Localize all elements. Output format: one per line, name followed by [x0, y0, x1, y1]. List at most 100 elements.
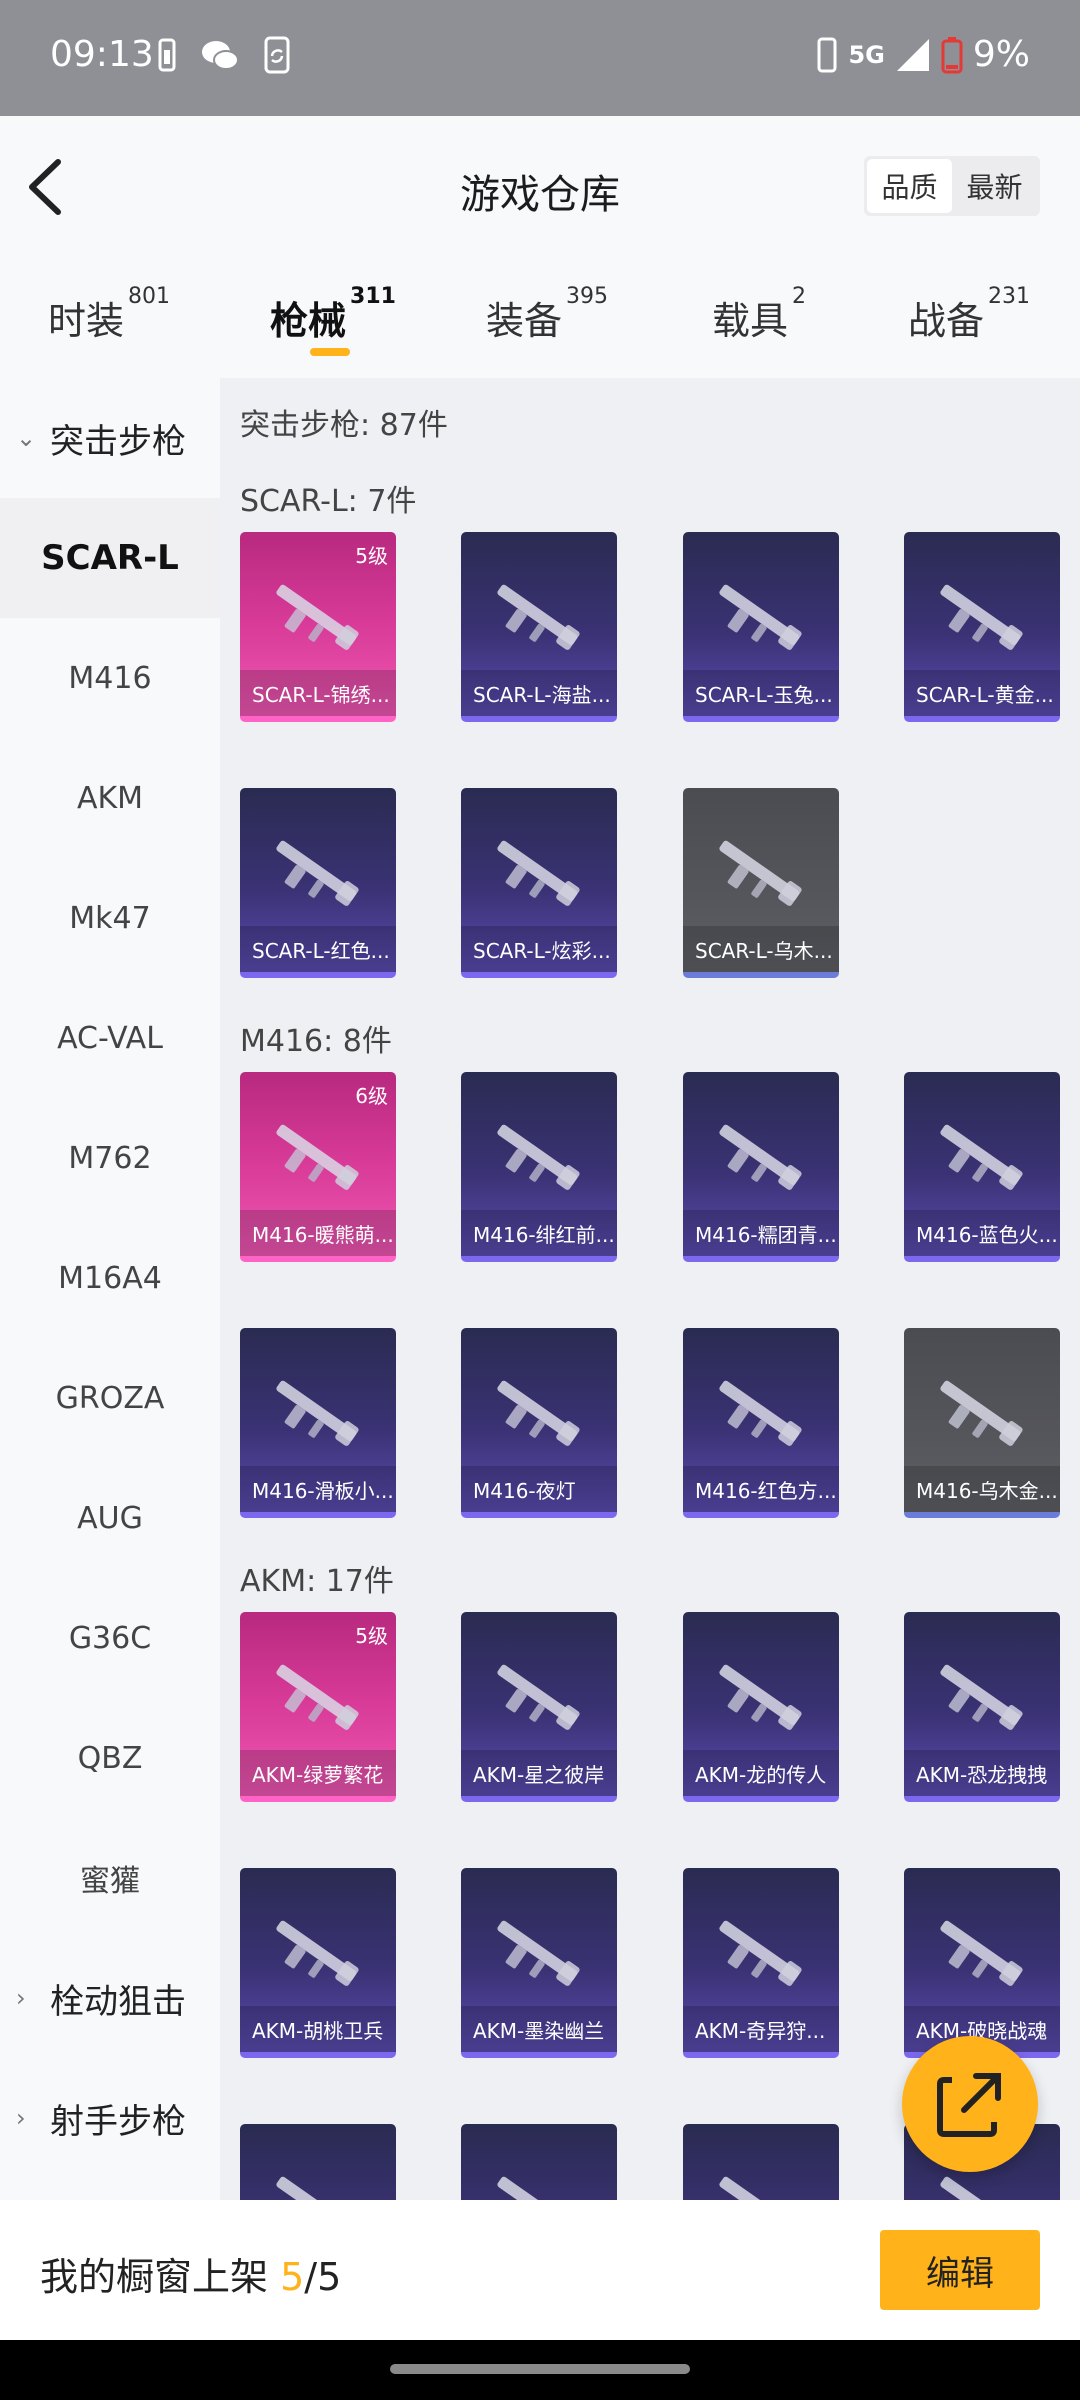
weapon-skin-card[interactable]: M416-乌木金...: [904, 1328, 1060, 1518]
rifle-icon: [497, 584, 580, 650]
weapon-skin-card[interactable]: AKM-恐龙拽拽: [904, 1612, 1060, 1802]
tab-label: 装备: [486, 299, 563, 343]
sidebar-item-mk47[interactable]: Mk47: [0, 858, 220, 978]
tab-count: 231: [988, 284, 1031, 309]
sidebar-group-marksman-rifles[interactable]: › 射手步枪: [0, 2058, 220, 2178]
rifle-icon: [497, 1124, 580, 1190]
weapon-skin-card[interactable]: [240, 2124, 396, 2200]
sidebar-group-assault-rifles[interactable]: ⌄ 突击步枪: [0, 378, 220, 498]
skin-name: AKM-胡桃卫兵: [240, 2006, 396, 2052]
weapon-skin-card[interactable]: SCAR-L-海盐...: [461, 532, 617, 722]
weapon-skin-card[interactable]: AKM-星之彼岸: [461, 1612, 617, 1802]
section-title: SCAR-L: 7件: [240, 484, 417, 519]
weapon-skin-card[interactable]: AKM-龙的传人: [683, 1612, 839, 1802]
sidebar-item-ac-val[interactable]: AC-VAL: [0, 978, 220, 1098]
header: 游戏仓库 品质 最新: [0, 116, 1080, 262]
tab-equipment[interactable]: 装备395: [486, 284, 608, 345]
weapon-skin-card[interactable]: M416-夜灯: [461, 1328, 617, 1518]
share-button[interactable]: [902, 2036, 1038, 2172]
tab-label: 战备: [908, 299, 985, 343]
tab-fashion[interactable]: 时装801: [48, 284, 170, 345]
rifle-icon: [940, 1664, 1023, 1730]
active-tab-indicator: [310, 348, 350, 356]
status-time: 09:13: [50, 34, 154, 75]
tab-vehicles[interactable]: 载具2: [712, 284, 806, 345]
rifle-icon: [940, 1380, 1023, 1446]
battery-saver-icon: [158, 38, 176, 72]
section-title: AKM: 17件: [240, 1564, 394, 1599]
skin-name: M416-绯红前...: [461, 1210, 617, 1256]
sidebar-item-m762[interactable]: M762: [0, 1098, 220, 1218]
tab-count: 311: [350, 284, 396, 309]
weapon-skin-card[interactable]: 5级 AKM-绿萝繁花: [240, 1612, 396, 1802]
weapon-skin-card[interactable]: M416-滑板小...: [240, 1328, 396, 1518]
sidebar-group-label: 射手步枪: [50, 2101, 186, 2142]
skin-level: 5级: [355, 544, 388, 568]
skin-name: M416-红色方...: [683, 1466, 839, 1512]
rifle-icon: [276, 1920, 359, 1986]
chevron-down-icon: ⌄: [16, 424, 37, 452]
edit-button[interactable]: 编辑: [880, 2230, 1040, 2310]
sidebar-group-bolt-snipers[interactable]: › 栓动狙击: [0, 1938, 220, 2058]
wechat-icon: [202, 41, 239, 70]
weapon-skin-card[interactable]: 5级 SCAR-L-锦绣...: [240, 532, 396, 722]
share-icon: [937, 2073, 1001, 2137]
weapon-skin-card[interactable]: AKM-奇异狩...: [683, 1868, 839, 2058]
weapon-skin-card[interactable]: AKM-胡桃卫兵: [240, 1868, 396, 2058]
weapon-skin-card[interactable]: M416-红色方...: [683, 1328, 839, 1518]
skin-name: SCAR-L-红色...: [240, 926, 396, 972]
tab-supplies[interactable]: 战备231: [908, 284, 1030, 345]
section-title: M416: 8件: [240, 1024, 392, 1059]
weapon-skin-card[interactable]: M416-糯团青...: [683, 1072, 839, 1262]
rifle-icon: [719, 840, 802, 906]
sidebar-item-m16a4[interactable]: M16A4: [0, 1218, 220, 1338]
weapon-skin-card[interactable]: SCAR-L-乌木...: [683, 788, 839, 978]
rifle-icon: [940, 1124, 1023, 1190]
weapon-skin-card[interactable]: M416-蓝色火...: [904, 1072, 1060, 1262]
weapon-skin-card[interactable]: M416-绯红前...: [461, 1072, 617, 1262]
rifle-icon: [276, 2176, 357, 2200]
tab-count: 801: [128, 284, 171, 309]
weapon-skin-card[interactable]: SCAR-L-黄金...: [904, 532, 1060, 722]
status-right: 5G 9%: [816, 34, 1030, 75]
skin-name: M416-糯团青...: [683, 1210, 839, 1256]
sidebar-item-qbz[interactable]: QBZ: [0, 1698, 220, 1818]
weapon-skin-card[interactable]: AKM-破晓战魂: [904, 1868, 1060, 2058]
skin-name: M416-暖熊萌...: [240, 1210, 396, 1256]
weapon-skin-card[interactable]: AKM-墨染幽兰: [461, 1868, 617, 2058]
skin-name: AKM-墨染幽兰: [461, 2006, 617, 2052]
weapon-skin-card[interactable]: SCAR-L-玉兔...: [683, 532, 839, 722]
sidebar-item-m416[interactable]: M416: [0, 618, 220, 738]
weapon-skin-card[interactable]: [461, 2124, 617, 2200]
tab-label: 枪械: [270, 299, 347, 343]
sidebar-item-aug[interactable]: AUG: [0, 1458, 220, 1578]
category-tabs: 时装801 枪械311 装备395 载具2 战备231: [0, 262, 1080, 378]
rifle-icon: [719, 1920, 802, 1986]
sidebar-item-g36c[interactable]: G36C: [0, 1578, 220, 1698]
weapon-skin-card[interactable]: 6级 M416-暖熊萌...: [240, 1072, 396, 1262]
tab-firearms[interactable]: 枪械311: [270, 284, 396, 345]
tab-count: 395: [566, 284, 609, 309]
phone-sync-icon: [264, 36, 290, 74]
weapon-skin-card[interactable]: SCAR-L-炫彩...: [461, 788, 617, 978]
tab-label: 载具: [712, 299, 789, 343]
sort-quality[interactable]: 品质: [867, 159, 952, 213]
showcase-count: 5: [280, 2255, 305, 2299]
home-gesture-bar[interactable]: [390, 2364, 690, 2374]
signal-icon: [896, 38, 929, 71]
weapon-skin-card[interactable]: SCAR-L-红色...: [240, 788, 396, 978]
sort-newest[interactable]: 最新: [952, 159, 1037, 213]
battery-icon: [941, 36, 963, 73]
rifle-icon: [719, 1664, 802, 1730]
sidebar-item-scar-l[interactable]: SCAR-L: [0, 498, 220, 618]
weapon-skin-card[interactable]: [683, 2124, 839, 2200]
rifle-icon: [719, 1380, 802, 1446]
rifle-icon: [276, 584, 359, 650]
system-nav-bar: [0, 2340, 1080, 2400]
sidebar-item-akm[interactable]: AKM: [0, 738, 220, 858]
sidebar-item-groza[interactable]: GROZA: [0, 1338, 220, 1458]
sidebar-item-honey-badger[interactable]: 蜜獾: [0, 1818, 220, 1938]
showcase-label: 我的橱窗上架: [40, 2255, 281, 2299]
skin-name: AKM-星之彼岸: [461, 1750, 617, 1796]
showcase-bar: 我的橱窗上架 5/5 编辑: [0, 2200, 1080, 2340]
